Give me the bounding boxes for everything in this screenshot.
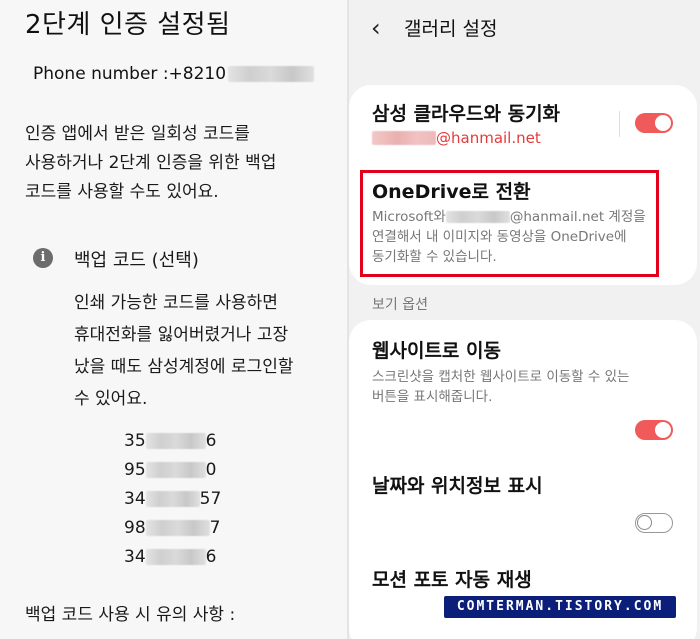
backup-line: 인쇄 가능한 코드를 사용하면 xyxy=(74,293,278,313)
backup-line: 났을 때도 삼성계정에 로그인할 xyxy=(74,357,294,377)
backup-line: 수 있어요. xyxy=(74,389,148,409)
backup-code-list: 35 6 95 0 34 57 98 7 34 6 xyxy=(124,426,221,571)
date-location-title[interactable]: 날짜와 위치정보 표시 xyxy=(372,471,543,498)
motion-photo-autoplay-title[interactable]: 모션 포토 자동 재생 xyxy=(372,565,532,592)
backup-code-description: 인쇄 가능한 코드를 사용하면 휴대전화를 잃어버렸거나 고장 났을 때도 삼성… xyxy=(74,287,329,415)
account-email-suffix: @hanmail.net xyxy=(436,129,541,147)
go-to-website-title[interactable]: 웹사이트로 이동 xyxy=(372,336,501,363)
page-title: 2단계 인증 설정됨 xyxy=(25,10,231,40)
go-to-website-toggle[interactable] xyxy=(635,420,673,440)
phone-number-redacted xyxy=(228,66,315,82)
screen-title: 갤러리 설정 xyxy=(404,18,498,40)
intro-line: 사용하거나 2단계 인증을 위한 백업 xyxy=(25,153,277,173)
phone-number-label: Phone number : xyxy=(33,64,169,84)
backup-code-title: 백업 코드 (선택) xyxy=(74,250,199,271)
info-icon: i xyxy=(33,248,53,268)
samsung-cloud-account: @hanmail.net xyxy=(372,128,541,148)
backup-code: 34 57 xyxy=(124,488,222,509)
samsung-cloud-sync-title[interactable]: 삼성 클라우드와 동기화 xyxy=(372,99,560,126)
intro-paragraph: 인증 앱에서 받은 일회성 코드를 사용하거나 2단계 인증을 위한 백업 코드… xyxy=(25,120,325,207)
backup-code-notes-title: 백업 코드 사용 시 유의 사항 : xyxy=(25,605,236,625)
backup-code: 95 0 xyxy=(124,459,217,480)
backup-line: 휴대전화를 잃어버렸거나 고장 xyxy=(74,325,289,345)
view-options-card: 웹사이트로 이동 스크린샷을 캡처한 웹사이트로 이동할 수 있는 버튼을 표시… xyxy=(349,320,697,639)
intro-line: 인증 앱에서 받은 일회성 코드를 xyxy=(25,124,250,144)
phone-number-row: Phone number : +8210 xyxy=(33,64,315,84)
backup-code: 35 6 xyxy=(124,430,217,451)
backup-code: 98 7 xyxy=(124,517,221,538)
samsung-cloud-sync-toggle[interactable] xyxy=(635,113,673,133)
toggle-separator xyxy=(619,111,620,137)
view-options-section-label: 보기 옵션 xyxy=(372,297,428,313)
date-location-toggle[interactable] xyxy=(635,513,673,533)
backup-code: 34 6 xyxy=(124,546,217,567)
chevron-left-icon[interactable]: ‹ xyxy=(371,14,381,42)
onedrive-highlight-box xyxy=(360,170,659,277)
phone-number-prefix: +8210 xyxy=(168,64,227,84)
watermark: COMTERMAN.TISTORY.COM xyxy=(444,596,676,618)
account-redacted xyxy=(372,131,436,145)
go-to-website-description: 스크린샷을 캡처한 웹사이트로 이동할 수 있는 버튼을 표시해줍니다. xyxy=(372,369,630,405)
intro-line: 코드를 사용할 수도 있어요. xyxy=(25,182,219,202)
two-step-verification-panel: 2단계 인증 설정됨 Phone number : +8210 인증 앱에서 받… xyxy=(0,0,347,639)
gallery-settings-panel: ‹ 갤러리 설정 삼성 클라우드와 동기화 @hanmail.net OneDr… xyxy=(349,0,700,639)
